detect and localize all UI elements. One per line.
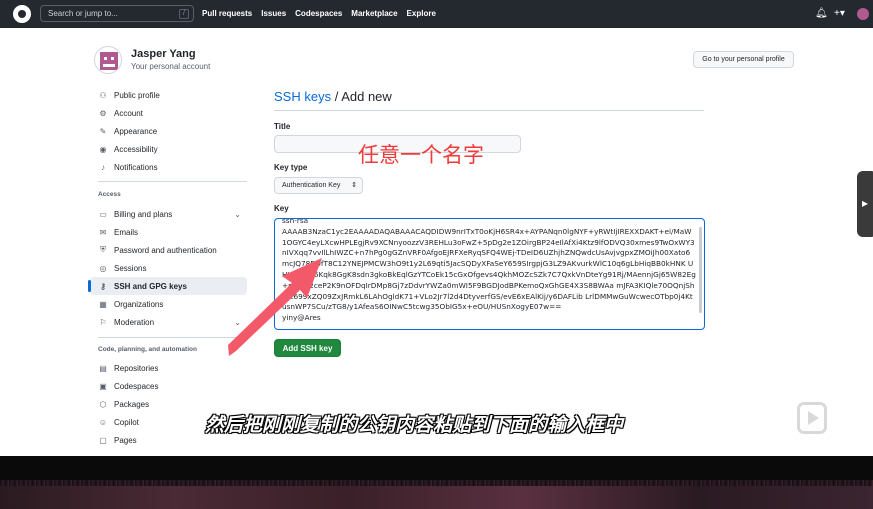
play-triangle-icon [808, 411, 819, 425]
band-strip [0, 486, 873, 509]
video-bottom-band [0, 456, 873, 509]
video-subtitle: 然后把刚刚复制的公钥内容粘贴到下面的输入框中 [205, 414, 624, 436]
chevron-right-icon[interactable]: ▸ [862, 196, 868, 210]
arrow-shape [228, 258, 322, 356]
